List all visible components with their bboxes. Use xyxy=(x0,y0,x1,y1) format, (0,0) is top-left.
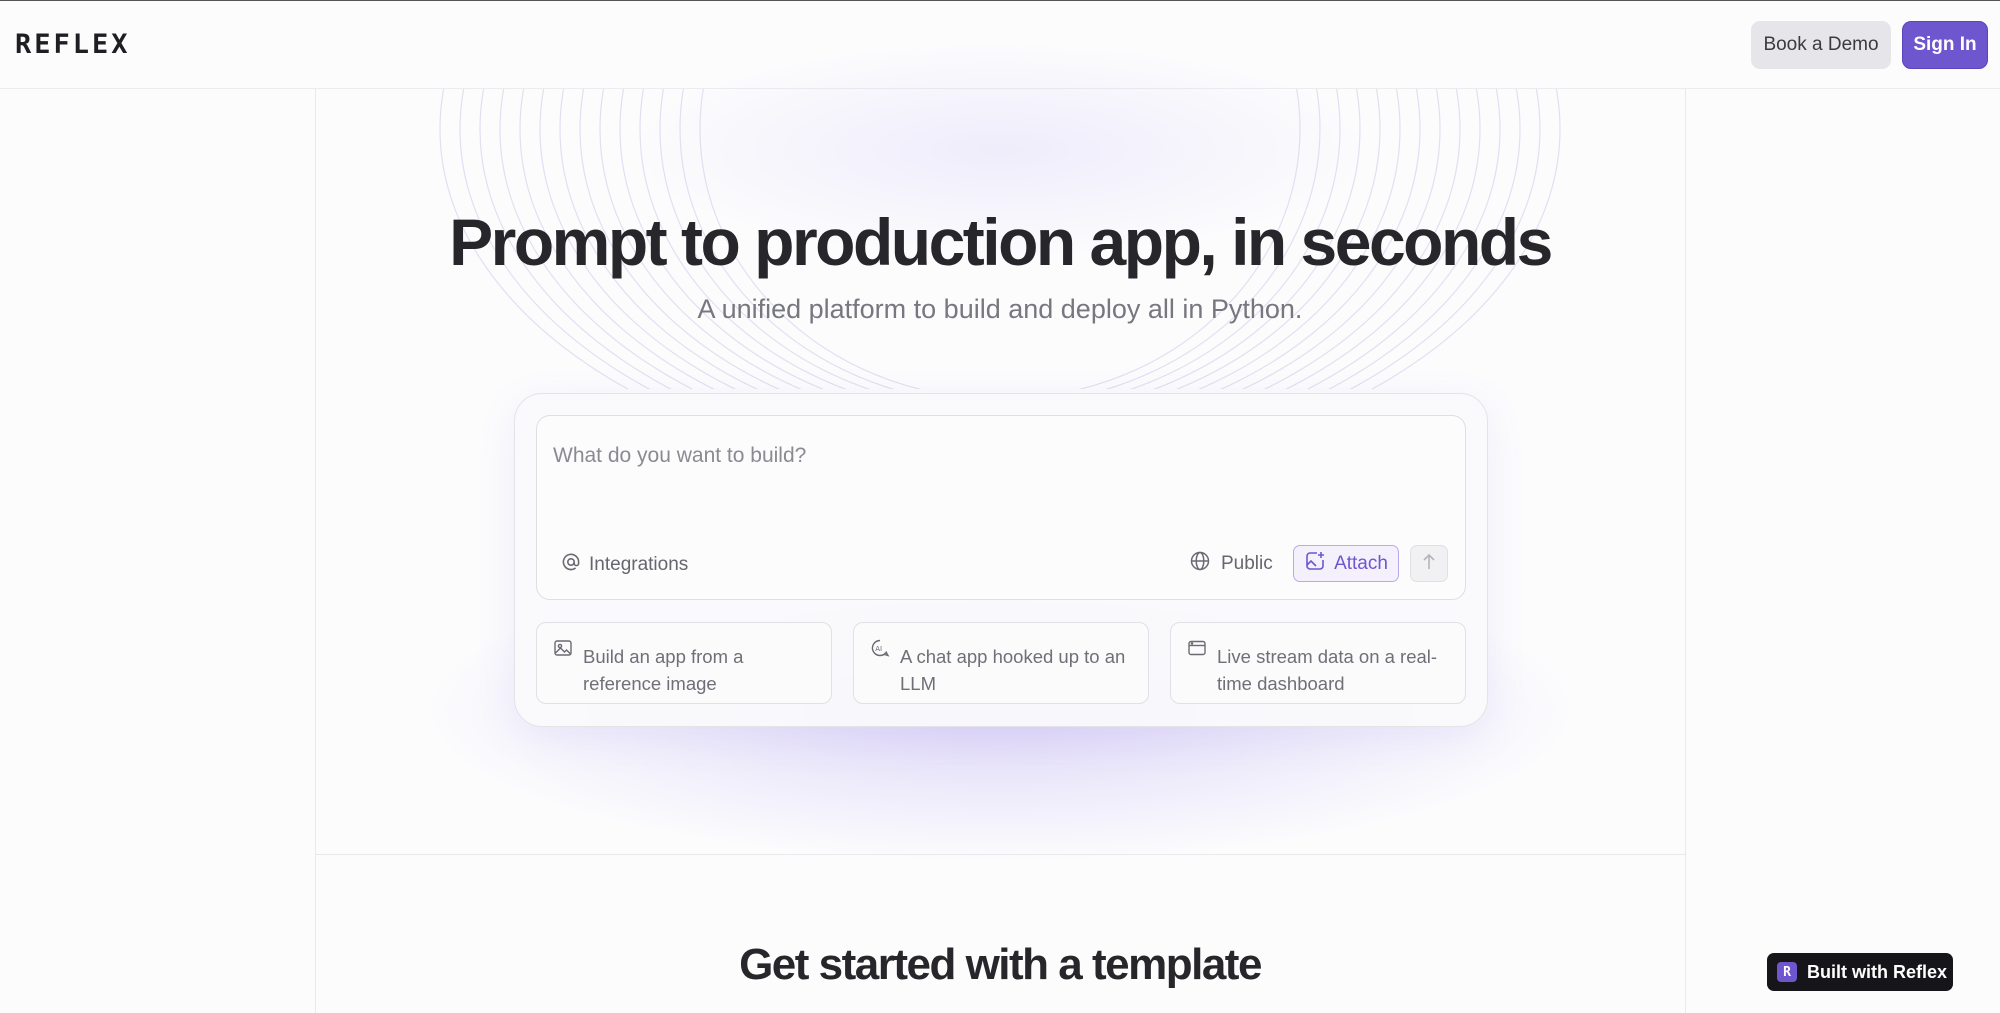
visibility-label: Public xyxy=(1221,553,1273,574)
send-button[interactable] xyxy=(1410,545,1448,582)
sign-in-button[interactable]: Sign In xyxy=(1902,21,1988,69)
section-divider xyxy=(315,854,1686,855)
integrations-label: Integrations xyxy=(589,554,689,575)
browser-window-icon xyxy=(1187,638,1207,665)
integrations-button[interactable]: Integrations xyxy=(561,552,688,578)
hero-title: Prompt to production app, in seconds xyxy=(449,205,1553,279)
image-icon xyxy=(553,638,573,665)
book-demo-button[interactable]: Book a Demo xyxy=(1751,21,1891,69)
suggestion-reference-image[interactable]: Build an app from a reference image xyxy=(536,622,832,704)
ai-chat-icon: AI xyxy=(870,638,890,665)
globe-icon xyxy=(1189,550,1211,578)
suggestion-live-dashboard[interactable]: Live stream data on a real-time dashboar… xyxy=(1170,622,1466,704)
attach-image-icon xyxy=(1304,550,1326,578)
reflex-mark-icon: R xyxy=(1777,962,1797,982)
badge-label: Built with Reflex xyxy=(1807,961,1948,982)
svg-text:AI: AI xyxy=(875,645,882,653)
built-with-reflex-badge[interactable]: R Built with Reflex xyxy=(1767,953,1953,991)
suggestion-label: Live stream data on a real-time dashboar… xyxy=(1217,646,1438,694)
templates-section-title: Get started with a template xyxy=(739,940,1262,989)
attach-button[interactable]: Attach xyxy=(1293,545,1399,582)
hero-subtitle: A unified platform to build and deploy a… xyxy=(697,294,1303,324)
suggestion-label: A chat app hooked up to an LLM xyxy=(900,646,1126,694)
arrow-up-icon xyxy=(1421,553,1437,574)
prompt-input[interactable] xyxy=(553,436,1433,476)
suggestion-label: Build an app from a reference image xyxy=(583,646,744,694)
at-sign-icon xyxy=(561,552,581,578)
suggestion-chat-llm[interactable]: AI A chat app hooked up to an LLM xyxy=(853,622,1149,704)
visibility-toggle[interactable]: Public xyxy=(1189,550,1273,578)
attach-label: Attach xyxy=(1334,552,1388,574)
reflex-logo[interactable]: REFLEX xyxy=(15,29,131,60)
